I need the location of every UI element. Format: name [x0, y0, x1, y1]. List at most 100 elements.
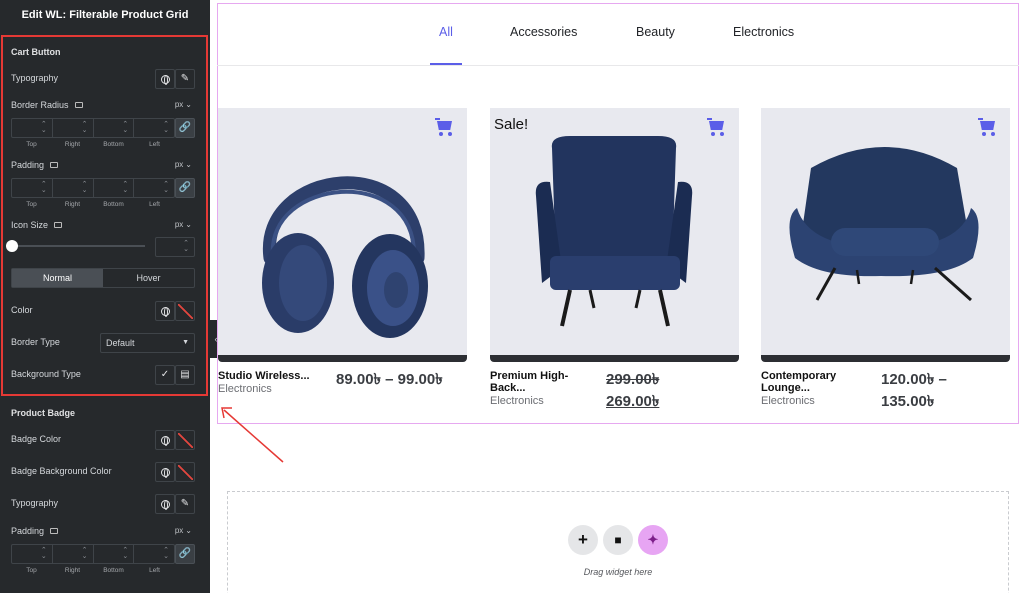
link-values-button[interactable]: 🔗	[175, 118, 195, 138]
border-radius-bottom-input[interactable]: ⌃ ⌄	[94, 119, 135, 137]
background-type-control: Background Type ✓ ▤	[0, 365, 210, 385]
badge-typography-control: Typography ✎	[0, 494, 210, 514]
badge-padding-label: Padding	[11, 526, 59, 536]
tab-normal[interactable]: Normal	[12, 269, 103, 287]
filter-all[interactable]: All	[439, 25, 453, 39]
icon-size-unit-select[interactable]: px	[175, 220, 192, 229]
color-control: Color	[0, 301, 210, 321]
padding-bottom-input[interactable]: ⌃ ⌄	[94, 179, 135, 197]
dim-label-left: Left	[149, 567, 160, 574]
card-footer-bar	[761, 355, 1010, 362]
global-typography-button[interactable]	[155, 69, 175, 89]
background-gradient-button[interactable]: ▤	[175, 365, 195, 385]
link-icon: 🔗	[178, 182, 192, 193]
border-radius-unit-select[interactable]: px	[175, 100, 192, 109]
editor-panel: Edit WL: Filterable Product Grid Cart Bu…	[0, 0, 210, 593]
badge-color-picker-button[interactable]	[175, 430, 195, 450]
folder-icon: ■	[614, 533, 622, 547]
product-price-range-end: 135.00৳	[881, 393, 935, 410]
dim-label-bottom: Bottom	[103, 201, 124, 208]
edit-badge-typography-button[interactable]: ✎	[175, 494, 195, 514]
dim-label-right: Right	[64, 201, 81, 208]
badge-color-label: Badge Color	[11, 434, 62, 444]
padding-control: Padding px	[0, 156, 210, 176]
tab-hover[interactable]: Hover	[103, 269, 194, 287]
global-color-button[interactable]	[155, 301, 175, 321]
globe-icon	[161, 75, 170, 85]
panel-title: Edit WL: Filterable Product Grid	[21, 9, 189, 21]
badge-padding-bottom-input[interactable]: ⌃ ⌄	[94, 545, 135, 563]
badge-padding-unit-select[interactable]: px	[175, 526, 192, 535]
typography-control: Typography ✎	[0, 69, 210, 89]
section-cart-button[interactable]: Cart Button	[11, 47, 61, 57]
add-to-cart-button[interactable]	[435, 118, 455, 136]
cart-icon	[707, 118, 712, 120]
globe-icon	[161, 468, 170, 478]
global-badge-color-button[interactable]	[155, 430, 175, 450]
no-color-icon	[178, 304, 193, 319]
headphones-image	[262, 176, 428, 338]
cart-icon	[435, 118, 440, 120]
border-radius-top-input[interactable]: ⌃ ⌄	[12, 119, 53, 137]
icon-size-input[interactable]: ⌃ ⌄	[155, 237, 195, 257]
border-radius-control: Border Radius px	[0, 96, 210, 116]
padding-label: Padding	[11, 160, 59, 170]
dim-label-right: Right	[64, 141, 81, 148]
badge-color-control: Badge Color	[0, 430, 210, 450]
background-classic-button[interactable]: ✓	[155, 365, 175, 385]
dim-label-top: Top	[26, 567, 37, 574]
filter-beauty[interactable]: Beauty	[636, 25, 675, 39]
border-radius-right-input[interactable]: ⌃ ⌄	[53, 119, 94, 137]
global-badge-typography-button[interactable]	[155, 494, 175, 514]
section-product-badge[interactable]: Product Badge	[11, 408, 75, 418]
state-tabs: Normal Hover	[11, 268, 195, 288]
badge-padding-right-input[interactable]: ⌃ ⌄	[53, 545, 94, 563]
border-radius-dim-labels: Top Right Bottom Left	[11, 141, 175, 148]
ai-generate-button[interactable]: ✦	[638, 525, 668, 555]
desktop-icon	[50, 161, 59, 168]
sale-badge: Sale!	[494, 116, 529, 133]
filter-bar	[217, 3, 1019, 66]
add-template-button[interactable]: ■	[603, 525, 633, 555]
color-picker-button[interactable]	[175, 301, 195, 321]
add-to-cart-button[interactable]	[978, 118, 998, 136]
global-badge-bg-button[interactable]	[155, 462, 175, 482]
border-type-select[interactable]: Default ▼	[100, 333, 195, 353]
badge-padding-left-input[interactable]: ⌃ ⌄	[134, 545, 174, 563]
add-to-cart-button[interactable]	[707, 118, 727, 136]
badge-padding-inputs: ⌃ ⌄ ⌃ ⌄ ⌃ ⌄ ⌃ ⌄	[11, 544, 175, 564]
product-name[interactable]: Contemporary Lounge...	[761, 370, 856, 394]
dim-label-top: Top	[26, 201, 37, 208]
icon-size-slider-handle[interactable]	[6, 240, 18, 252]
color-label: Color	[11, 305, 33, 315]
badge-padding-top-input[interactable]: ⌃ ⌄	[12, 545, 53, 563]
icon-size-slider-track[interactable]	[13, 245, 145, 247]
product-name[interactable]: Studio Wireless...	[218, 370, 318, 382]
add-section-button[interactable]: +	[568, 525, 598, 555]
padding-unit-select[interactable]: px	[175, 160, 192, 169]
filter-accessories[interactable]: Accessories	[510, 25, 577, 39]
link-values-button[interactable]: 🔗	[175, 544, 195, 564]
border-radius-inputs: ⌃ ⌄ ⌃ ⌄ ⌃ ⌄ ⌃ ⌄	[11, 118, 175, 138]
card-footer-bar	[218, 355, 467, 362]
product-image[interactable]: Sale!	[490, 108, 739, 355]
padding-top-input[interactable]: ⌃ ⌄	[12, 179, 53, 197]
filter-electronics[interactable]: Electronics	[733, 25, 794, 39]
badge-bg-color-picker-button[interactable]	[175, 462, 195, 482]
product-name[interactable]: Premium High- Back...	[490, 370, 585, 394]
edit-typography-button[interactable]: ✎	[175, 69, 195, 89]
border-radius-left-input[interactable]: ⌃ ⌄	[134, 119, 174, 137]
padding-right-input[interactable]: ⌃ ⌄	[53, 179, 94, 197]
border-radius-label: Border Radius	[11, 100, 83, 110]
background-type-label: Background Type	[11, 369, 81, 379]
product-image[interactable]	[761, 108, 1010, 355]
badge-padding-control: Padding px	[0, 522, 210, 542]
padding-left-input[interactable]: ⌃ ⌄	[134, 179, 174, 197]
globe-icon	[161, 436, 170, 446]
padding-inputs: ⌃ ⌄ ⌃ ⌄ ⌃ ⌄ ⌃ ⌄	[11, 178, 175, 198]
dim-label-right: Right	[64, 567, 81, 574]
badge-typography-label: Typography	[11, 498, 59, 508]
link-values-button[interactable]: 🔗	[175, 178, 195, 198]
drop-zone-hint: Drag widget here	[583, 567, 653, 577]
product-image[interactable]	[218, 108, 467, 355]
